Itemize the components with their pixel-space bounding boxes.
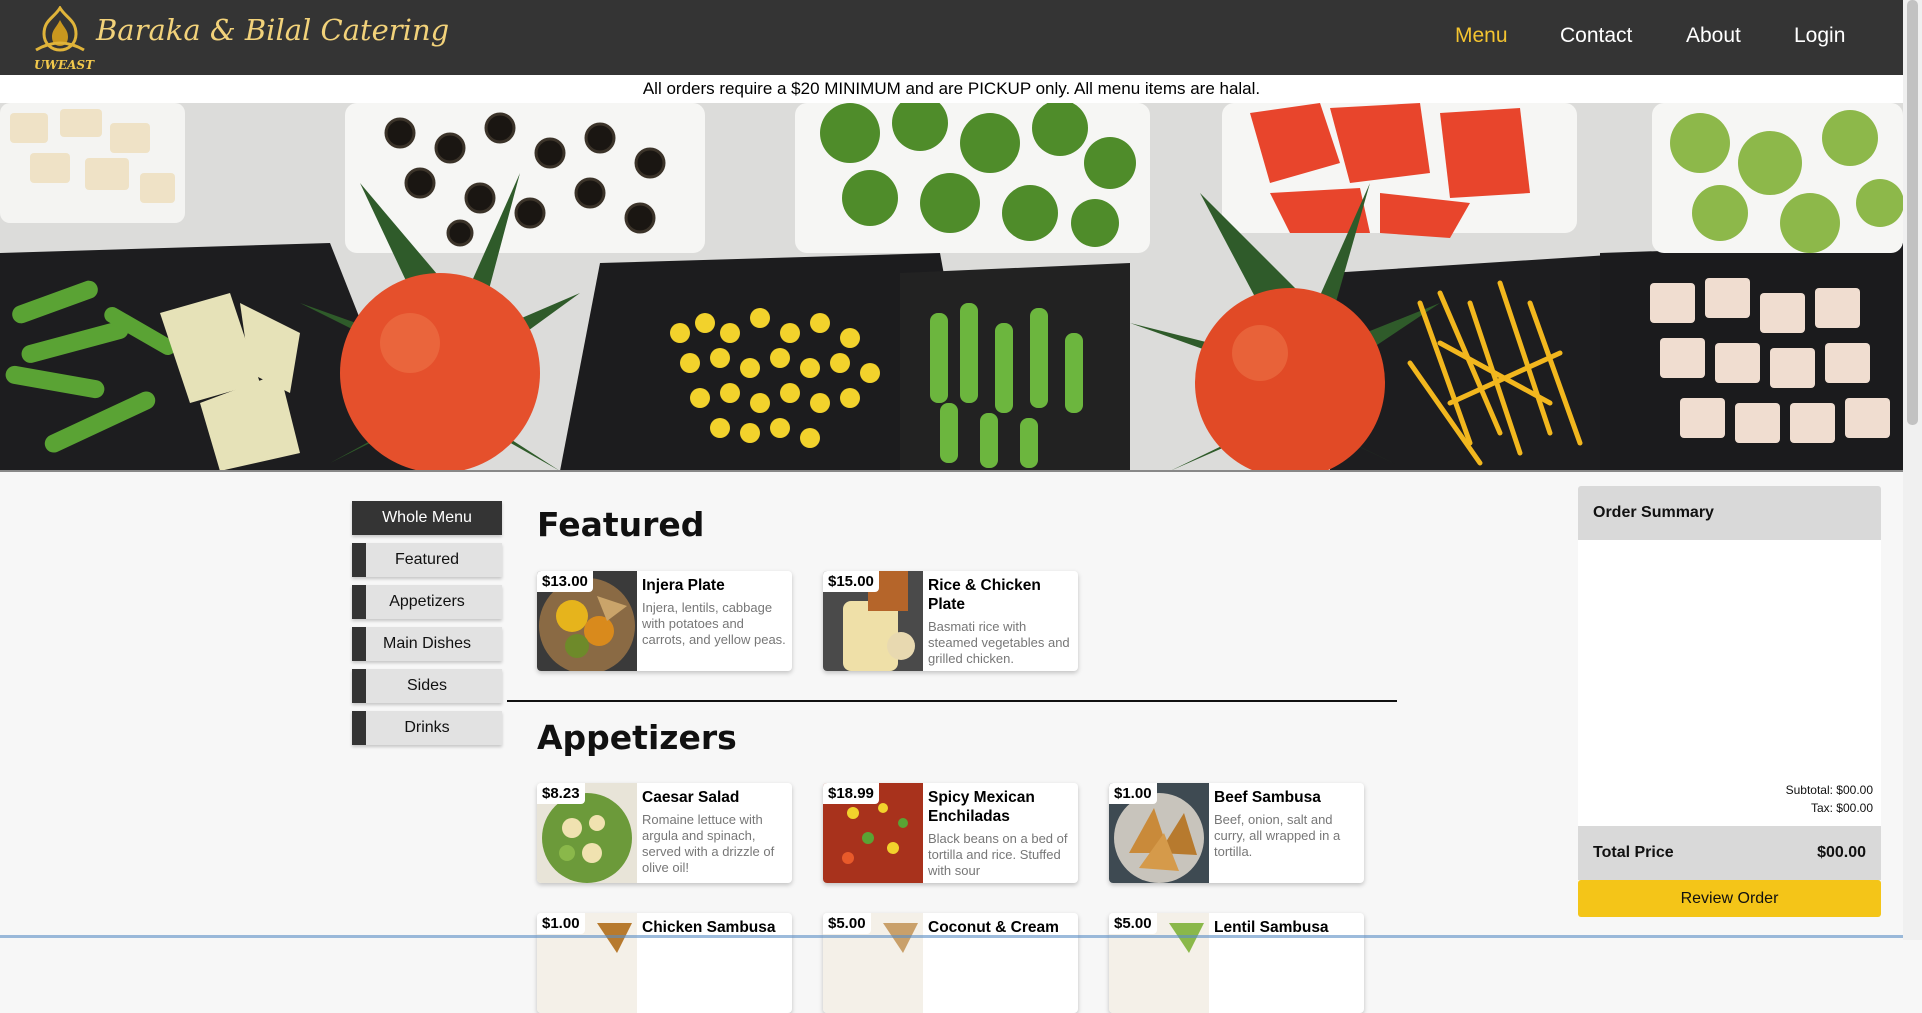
sidebar-item-featured[interactable]: Featured: [352, 543, 502, 577]
menu-item-card-rice-chicken-plate[interactable]: $15.00 Rice & Chicken Plate Basmati rice…: [823, 571, 1078, 671]
item-description: Basmati rice with steamed vegetables and…: [928, 619, 1070, 666]
section-title-appetizers: Appetizers: [537, 718, 737, 757]
item-description: Beef, onion, salt and curry, all wrapped…: [1214, 812, 1341, 859]
price-tag: $18.99: [823, 783, 879, 804]
scrollbar-thumb[interactable]: [1907, 0, 1918, 425]
total-price-bar: Total Price $00.00: [1578, 826, 1881, 880]
item-description: Romaine lettuce with argula and spinach,…: [642, 812, 775, 875]
item-description: Injera, lentils, cabbage with potatoes a…: [642, 600, 786, 647]
sidebar-item-label: Sides: [406, 677, 448, 694]
bottom-edge: [0, 935, 1903, 938]
total-price-label: Total Price: [1593, 844, 1674, 861]
menu-item-card-beef-sambusa[interactable]: $1.00 Beef Sambusa Beef, onion, salt and…: [1109, 783, 1364, 883]
menu-item-card-spicy-mexican-enchiladas[interactable]: $18.99 Spicy Mexican Enchiladas Black be…: [823, 783, 1078, 883]
item-name: Injera Plate: [642, 577, 725, 594]
item-name: Rice & Chicken Plate: [928, 577, 1041, 613]
nav-login[interactable]: Login: [1794, 24, 1845, 48]
sidebar-item-appetizers[interactable]: Appetizers: [352, 585, 502, 619]
menu-item-card-caesar-salad[interactable]: $8.23 Caesar Salad Romaine lettuce with …: [537, 783, 792, 883]
sidebar-item-marker: [352, 711, 366, 745]
logo-icon[interactable]: [32, 5, 88, 56]
item-name: Spicy Mexican Enchiladas: [928, 789, 1035, 825]
section-divider: [507, 700, 1397, 702]
sidebar-item-label: Featured: [394, 551, 460, 568]
sidebar-item-label: Whole Menu: [382, 509, 472, 526]
sidebar-item-whole-menu[interactable]: Whole Menu: [352, 501, 502, 535]
subtotal-text: Subtotal: $00.00: [1785, 783, 1873, 797]
price-tag: $15.00: [823, 571, 879, 592]
price-tag: $5.00: [1109, 913, 1157, 934]
review-order-button[interactable]: Review Order: [1578, 880, 1881, 917]
menu-item-card-coconut-cream[interactable]: $5.00 Coconut & Cream: [823, 913, 1078, 1013]
sidebar-item-label: Drinks: [404, 719, 450, 736]
item-name: Caesar Salad: [642, 789, 740, 806]
item-name: Beef Sambusa: [1214, 789, 1321, 806]
nav-contact[interactable]: Contact: [1560, 24, 1632, 48]
sidebar-item-marker: [352, 669, 366, 703]
tax-text: Tax: $00.00: [1810, 801, 1873, 815]
order-summary-title: Order Summary: [1593, 504, 1714, 521]
sidebar-item-marker: [352, 585, 366, 619]
price-tag: $5.00: [823, 913, 871, 934]
sidebar-item-marker: [352, 627, 366, 661]
section-title-featured: Featured: [537, 505, 705, 544]
sidebar-item-label: Main Dishes: [382, 635, 472, 652]
logo-subtitle: UWEAST: [34, 58, 94, 72]
menu-item-card-lentil-sambusa[interactable]: $5.00 Lentil Sambusa: [1109, 913, 1364, 1013]
order-summary-panel: Subtotal: $00.00 Tax: $00.00: [1578, 540, 1881, 826]
total-price-value: $00.00: [1817, 844, 1866, 861]
menu-item-card-injera-plate[interactable]: $13.00 Injera Plate Injera, lentils, cab…: [537, 571, 792, 671]
nav-menu[interactable]: Menu: [1455, 24, 1508, 48]
nav-about[interactable]: About: [1686, 24, 1741, 48]
order-notice-banner: All orders require a $20 MINIMUM and are…: [0, 75, 1903, 103]
price-tag: $13.00: [537, 571, 593, 592]
sidebar-item-drinks[interactable]: Drinks: [352, 711, 502, 745]
hero-divider: [0, 470, 1903, 472]
menu-item-card-chicken-sambusa[interactable]: $1.00 Chicken Sambusa: [537, 913, 792, 1013]
price-tag: $1.00: [537, 913, 585, 934]
brand-name[interactable]: Baraka & Bilal Catering: [96, 13, 449, 47]
sidebar-item-label: Appetizers: [389, 593, 465, 610]
price-tag: $8.23: [537, 783, 585, 804]
hero-food-image: [0, 103, 1903, 471]
order-summary-header: Order Summary: [1578, 486, 1881, 540]
price-tag: $1.00: [1109, 783, 1157, 804]
item-description: Black beans on a bed of tortilla and ric…: [928, 831, 1068, 878]
sidebar-item-sides[interactable]: Sides: [352, 669, 502, 703]
top-nav-bar: UWEAST Baraka & Bilal Catering Menu Cont…: [0, 0, 1903, 75]
sidebar-item-main-dishes[interactable]: Main Dishes: [352, 627, 502, 661]
sidebar-item-marker: [352, 543, 366, 577]
